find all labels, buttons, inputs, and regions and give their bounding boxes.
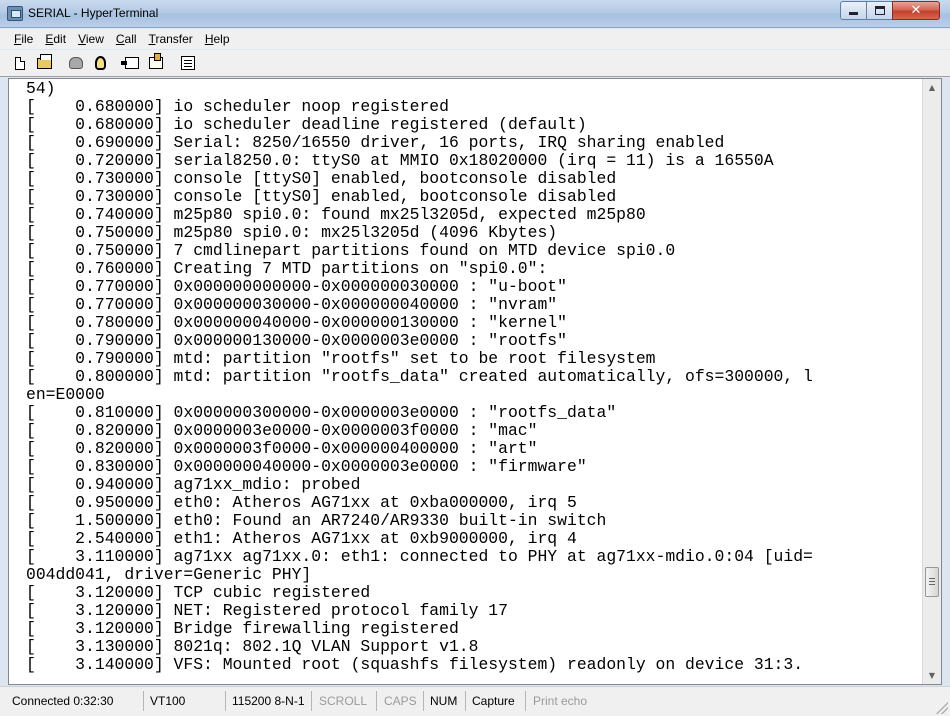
terminal-line: [ 0.680000] io scheduler deadline regist… xyxy=(26,115,587,134)
terminal-line: [ 0.790000] mtd: partition "rootfs" set … xyxy=(26,349,656,368)
send-button[interactable] xyxy=(121,53,142,73)
menu-edit[interactable]: Edit xyxy=(39,32,72,46)
terminal-line: [ 0.680000] io scheduler noop registered xyxy=(26,97,449,116)
disconnect-icon xyxy=(94,56,106,70)
toolbar xyxy=(0,50,950,77)
scroll-up-icon[interactable]: ▲ xyxy=(923,79,941,96)
status-num: NUM xyxy=(428,691,466,711)
receive-button[interactable] xyxy=(146,53,166,73)
vertical-scrollbar[interactable]: ▲ ▼ xyxy=(922,79,941,684)
terminal-line: [ 0.770000] 0x000000000000-0x00000003000… xyxy=(26,277,567,296)
scroll-down-icon[interactable]: ▼ xyxy=(923,667,941,684)
status-connected-time: Connected 0:32:30 xyxy=(10,691,144,711)
terminal-line: [ 0.750000] 7 cmdlinepart partitions fou… xyxy=(26,241,676,260)
terminal-line: [ 0.760000] Creating 7 MTD partitions on… xyxy=(26,259,548,278)
terminal-line: [ 0.780000] 0x000000040000-0x00000013000… xyxy=(26,313,567,332)
terminal-output[interactable]: 54)[ 0.680000] io scheduler noop registe… xyxy=(9,79,922,684)
scrollbar-thumb[interactable] xyxy=(925,567,939,597)
terminal-line: [ 0.730000] console [ttyS0] enabled, boo… xyxy=(26,169,617,188)
close-icon: ✕ xyxy=(910,3,922,18)
menu-file[interactable]: File xyxy=(8,32,39,46)
properties-button[interactable] xyxy=(178,53,198,73)
maximize-button[interactable] xyxy=(866,1,893,20)
terminal-line: [ 0.790000] 0x000000130000-0x0000003e000… xyxy=(26,331,567,350)
terminal-line: [ 2.540000] eth1: Atheros AG71xx at 0xb9… xyxy=(26,529,577,548)
menu-help[interactable]: Help xyxy=(199,32,236,46)
terminal-line: [ 3.140000] VFS: Mounted root (squashfs … xyxy=(26,655,804,674)
terminal-line: [ 0.830000] 0x000000040000-0x0000003e000… xyxy=(26,457,587,476)
terminal-line: [ 0.720000] serial8250.0: ttyS0 at MMIO … xyxy=(26,151,774,170)
new-document-icon xyxy=(15,56,25,70)
properties-icon xyxy=(181,56,195,70)
receive-file-icon xyxy=(149,53,163,69)
terminal-line: en=E0000 xyxy=(26,385,105,404)
status-capture: Capture xyxy=(470,691,526,711)
disconnect-button[interactable] xyxy=(90,53,110,73)
menu-bar: File Edit View Call Transfer Help xyxy=(0,29,950,49)
status-emulation: VT100 xyxy=(148,691,226,711)
open-button[interactable] xyxy=(34,53,54,73)
menu-view[interactable]: View xyxy=(72,32,110,46)
terminal-line: [ 3.130000] 8021q: 802.1Q VLAN Support v… xyxy=(26,637,479,656)
terminal-line: [ 0.740000] m25p80 spi0.0: found mx25l32… xyxy=(26,205,646,224)
terminal-line: [ 0.820000] 0x0000003e0000-0x0000003f000… xyxy=(26,421,538,440)
terminal-line: [ 0.940000] ag71xx_mdio: probed xyxy=(26,475,361,494)
terminal-line: 004dd041, driver=Generic PHY] xyxy=(26,565,312,584)
terminal-line: [ 3.120000] TCP cubic registered xyxy=(26,583,371,602)
phone-connect-icon xyxy=(69,57,83,69)
minimize-icon xyxy=(849,12,858,15)
terminal-line: [ 0.950000] eth0: Atheros AG71xx at 0xba… xyxy=(26,493,577,512)
maximize-icon xyxy=(874,6,885,15)
open-folder-icon xyxy=(36,53,52,69)
terminal-line: [ 3.120000] Bridge firewalling registere… xyxy=(26,619,459,638)
hyperterminal-app-icon[interactable] xyxy=(7,6,23,21)
terminal-line: [ 0.730000] console [ttyS0] enabled, boo… xyxy=(26,187,617,206)
terminal-line: [ 0.810000] 0x000000300000-0x0000003e000… xyxy=(26,403,617,422)
menu-call[interactable]: Call xyxy=(110,32,143,46)
minimize-button[interactable] xyxy=(840,1,867,20)
status-bar: Connected 0:32:30 VT100 115200 8-N-1 SCR… xyxy=(0,686,950,716)
status-port-settings: 115200 8-N-1 xyxy=(230,691,312,711)
title-bar: SERIAL - HyperTerminal ✕ xyxy=(0,0,950,28)
terminal-line: [ 0.800000] mtd: partition "rootfs_data"… xyxy=(26,367,813,386)
terminal-line: 54) xyxy=(26,79,56,98)
terminal-line: [ 0.770000] 0x000000030000-0x00000004000… xyxy=(26,295,558,314)
send-file-icon xyxy=(121,57,139,69)
terminal-line: [ 3.120000] NET: Registered protocol fam… xyxy=(26,601,508,620)
terminal-line: [ 0.820000] 0x0000003f0000-0x00000040000… xyxy=(26,439,538,458)
call-button[interactable] xyxy=(66,53,86,73)
terminal-line: [ 0.750000] m25p80 spi0.0: mx25l3205d (4… xyxy=(26,223,558,242)
terminal-line: [ 1.500000] eth0: Found an AR7240/AR9330… xyxy=(26,511,607,530)
resize-grip-icon[interactable] xyxy=(936,702,948,714)
terminal-line: [ 0.690000] Serial: 8250/16550 driver, 1… xyxy=(26,133,725,152)
close-button[interactable]: ✕ xyxy=(892,1,940,20)
status-caps: CAPS xyxy=(382,691,424,711)
new-connection-button[interactable] xyxy=(10,53,30,73)
status-print-echo: Print echo xyxy=(533,694,588,708)
status-scroll: SCROLL xyxy=(317,691,377,711)
window-title: SERIAL - HyperTerminal xyxy=(28,6,159,20)
terminal-frame: 54)[ 0.680000] io scheduler noop registe… xyxy=(8,78,942,685)
menu-transfer[interactable]: Transfer xyxy=(143,32,199,46)
terminal-line: [ 3.110000] ag71xx ag71xx.0: eth1: conne… xyxy=(26,547,813,566)
